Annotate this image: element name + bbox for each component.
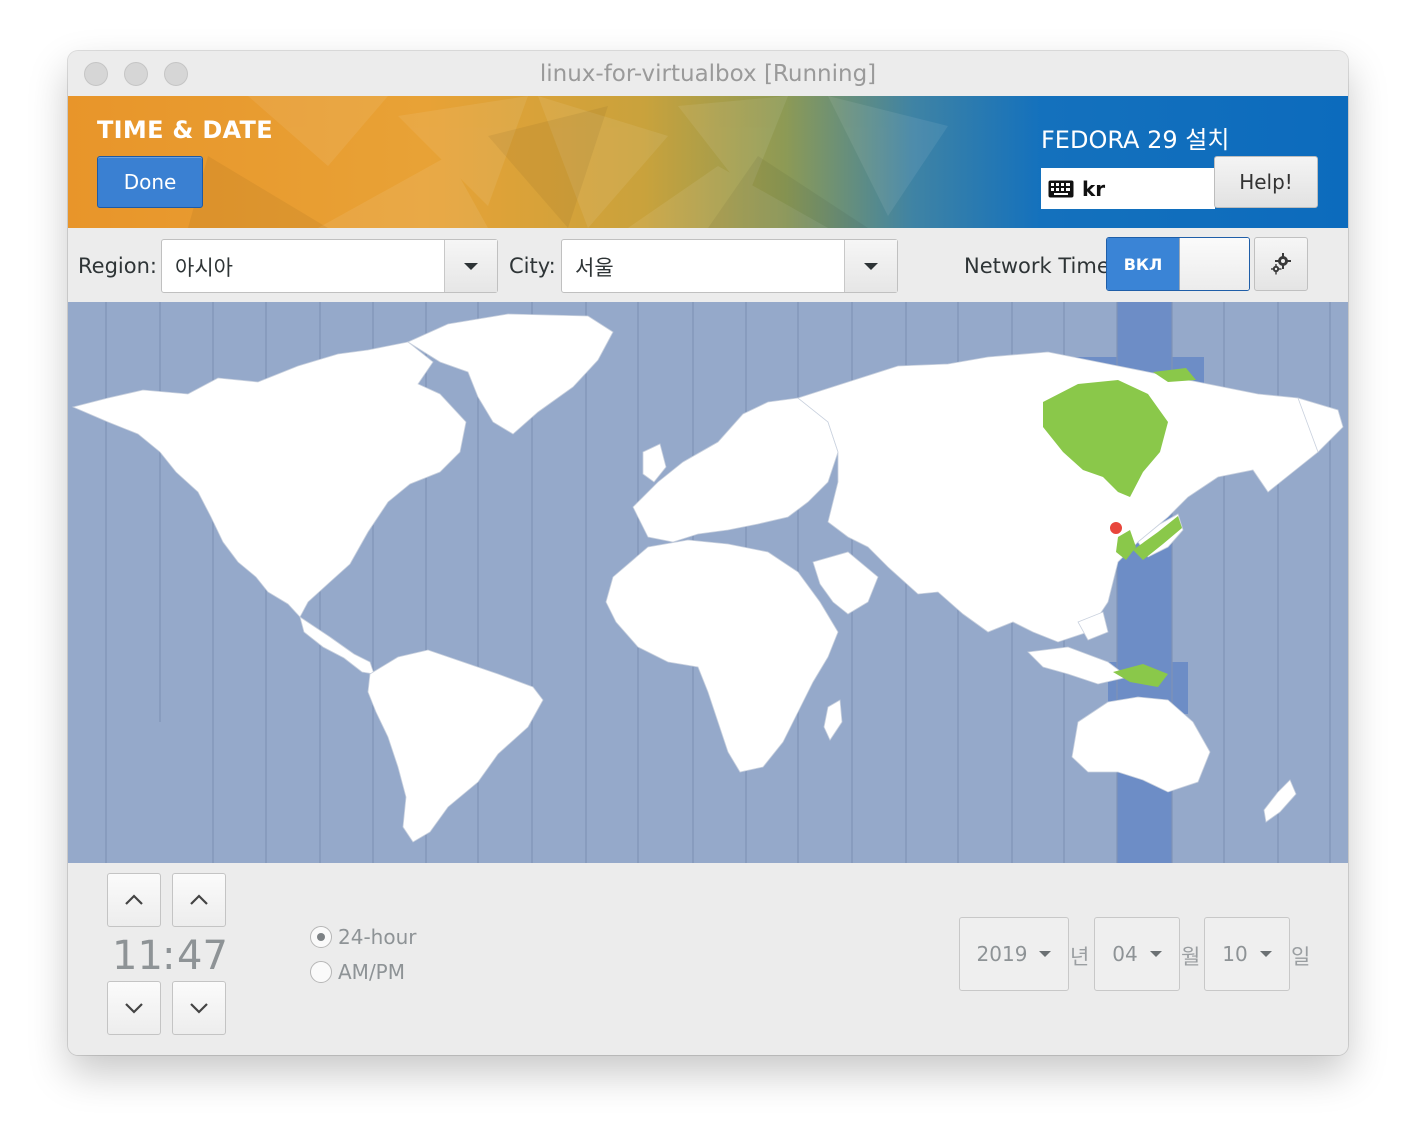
year-unit: 년 [1070, 945, 1090, 969]
format-24h-radio[interactable] [310, 926, 332, 948]
city-combobox[interactable]: 서울 [561, 239, 898, 293]
minutes-display: 47 [177, 933, 228, 979]
region-label: Region: [78, 254, 157, 278]
month-unit: 월 [1181, 945, 1201, 969]
time-separator: : [162, 933, 176, 979]
day-combobox[interactable]: 10 [1204, 917, 1290, 991]
chevron-down-icon [1149, 951, 1162, 957]
format-ampm-label: AM/PM [338, 960, 405, 984]
city-label: City: [509, 254, 556, 278]
network-time-switch[interactable]: ВКЛ [1106, 237, 1250, 291]
chevron-down-icon [1259, 951, 1272, 957]
format-24h-label: 24-hour [338, 925, 417, 949]
hours-display: 11 [112, 933, 163, 979]
ntp-settings-button[interactable] [1254, 237, 1308, 291]
selected-city-marker [1108, 520, 1124, 536]
minute-decrement-button[interactable] [172, 981, 226, 1035]
keyboard-layout-code: kr [1082, 176, 1106, 201]
year-value: 2019 [976, 942, 1028, 966]
region-dropdown-button[interactable] [444, 240, 497, 292]
title-bar[interactable]: linux-for-virtualbox [Running] [68, 51, 1348, 97]
time-date-panel: 11 : 47 24-hour AM/PM 2019 년 04 월 10 일 [68, 863, 1348, 1055]
day-unit: 일 [1291, 945, 1311, 969]
format-ampm-option[interactable]: AM/PM [310, 960, 405, 984]
window-title: linux-for-virtualbox [Running] [539, 61, 877, 87]
hour-decrement-button[interactable] [107, 981, 161, 1035]
network-time-label: Network Time [964, 254, 1110, 278]
hour-increment-button[interactable] [107, 873, 161, 927]
chevron-down-icon [125, 1003, 143, 1014]
chevron-down-icon [464, 262, 478, 270]
city-dropdown-button[interactable] [844, 240, 897, 292]
format-24h-option[interactable]: 24-hour [310, 925, 416, 949]
timezone-toolbar: Region: 아시아 City: 서울 Network Time ВКЛ [68, 228, 1348, 302]
installer-window: linux-for-virtualbox [Running] TIME & DA… [68, 51, 1348, 1055]
switch-knob[interactable] [1179, 238, 1249, 290]
city-value: 서울 [575, 256, 614, 280]
done-button[interactable]: Done [97, 156, 203, 208]
timezone-map[interactable] [68, 302, 1348, 863]
spoke-title: TIME & DATE [97, 116, 273, 144]
region-value: 아시아 [175, 256, 233, 280]
chevron-down-icon [1039, 951, 1052, 957]
region-combobox[interactable]: 아시아 [161, 239, 498, 293]
month-combobox[interactable]: 04 [1094, 917, 1180, 991]
year-combobox[interactable]: 2019 [959, 917, 1069, 991]
keyboard-icon [1048, 180, 1074, 197]
chevron-down-icon [190, 1003, 208, 1014]
world-map[interactable] [68, 302, 1348, 863]
minute-increment-button[interactable] [172, 873, 226, 927]
day-value: 10 [1222, 942, 1248, 966]
install-title: FEDORA 29 설치 [1041, 126, 1230, 154]
gear-icon [1271, 253, 1291, 275]
keyboard-layout-indicator[interactable]: kr [1041, 168, 1215, 209]
format-ampm-radio[interactable] [310, 961, 332, 983]
chevron-up-icon [125, 894, 143, 905]
help-button[interactable]: Help! [1214, 156, 1318, 208]
network-time-state: ВКЛ [1107, 238, 1179, 290]
chevron-down-icon [864, 262, 878, 270]
month-value: 04 [1112, 942, 1138, 966]
chevron-up-icon [190, 894, 208, 905]
